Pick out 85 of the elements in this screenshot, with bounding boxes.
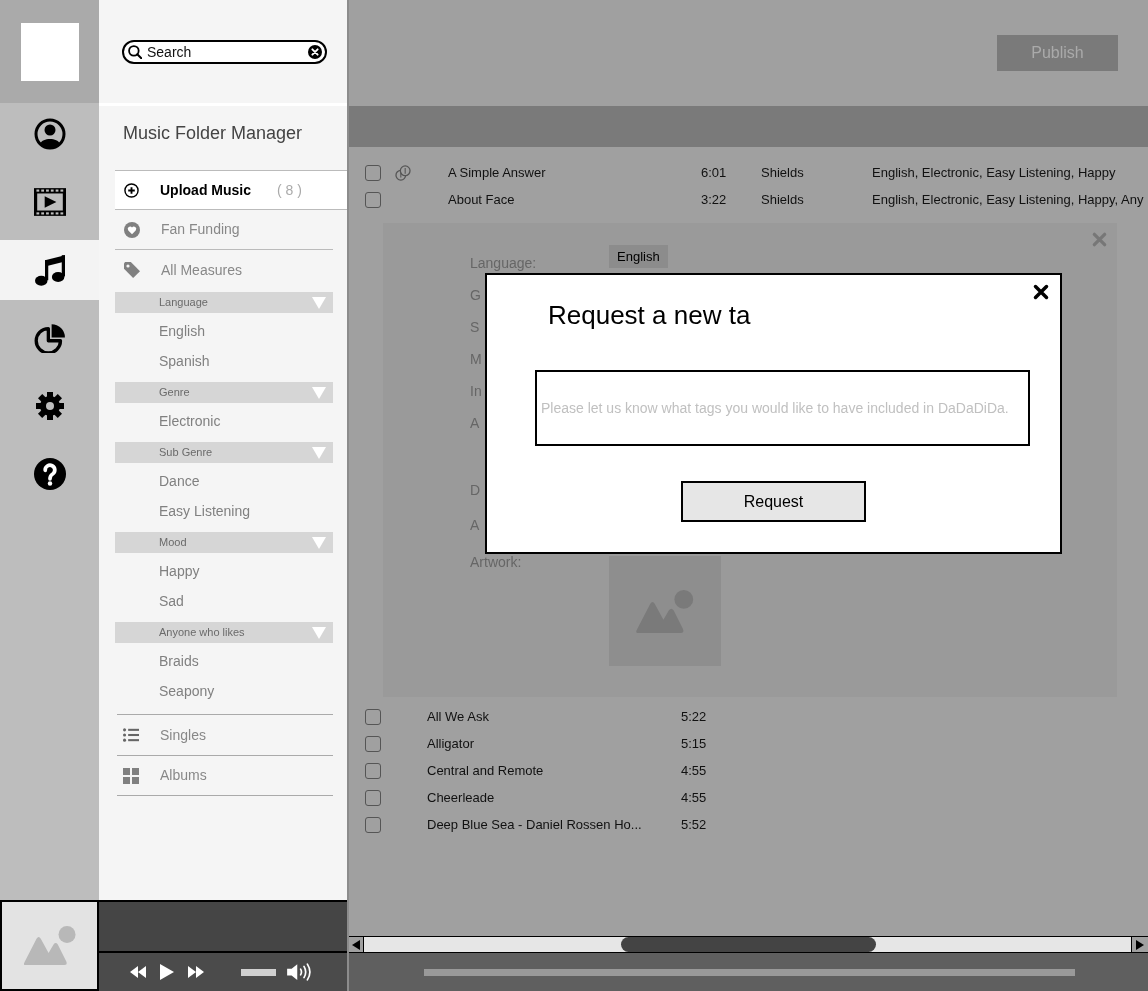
- gear-icon: [33, 390, 66, 422]
- table-cell-text: 3:22: [701, 190, 728, 209]
- table-cell-text: English, Electronic, Easy Listening, Happy, Any: [872, 190, 1144, 209]
- caret-down-icon: [312, 446, 326, 459]
- grid-icon: [123, 767, 139, 784]
- rewind-button[interactable]: [130, 966, 146, 978]
- fast-forward-icon: [188, 966, 204, 978]
- close-icon[interactable]: [1033, 284, 1049, 300]
- filter-option[interactable]: Seapony: [115, 676, 333, 706]
- table-cell-text: English, Electronic, Easy Listening, Happy: [872, 163, 1116, 182]
- tag-request-input[interactable]: Please let us know what tags you would like to have included in DaDaDiDa.: [535, 370, 1030, 446]
- table-cell-text: 6:01: [701, 163, 728, 182]
- play-icon: [160, 964, 174, 980]
- table-cell-text: Deep Blue Sea - Daniel Rossen Ho...: [427, 815, 643, 834]
- progress-track[interactable]: [424, 968, 1075, 976]
- table-cell-text: Cheerleade: [427, 788, 496, 807]
- scroll-right-button[interactable]: [1131, 937, 1148, 952]
- arrow-right-icon: [1136, 939, 1144, 950]
- menu-item[interactable]: Albums: [117, 755, 333, 796]
- pie-chart-icon: [33, 323, 66, 353]
- filter-option[interactable]: Braids: [115, 646, 333, 676]
- logo-placeholder: [20, 22, 79, 81]
- filter-header[interactable]: Genre: [115, 382, 333, 403]
- clear-icon[interactable]: [308, 44, 322, 59]
- filter-option[interactable]: Sad: [115, 586, 333, 616]
- plus-circle-icon: [124, 182, 139, 198]
- help-icon: [33, 458, 66, 490]
- scrollbar-thumb[interactable]: [621, 937, 876, 952]
- user-icon: [33, 118, 66, 150]
- checkbox[interactable]: [365, 164, 381, 181]
- tag-chip: English: [609, 245, 668, 268]
- volume-slider[interactable]: [241, 968, 276, 976]
- music-note-icon: [34, 254, 65, 286]
- filter-option[interactable]: Easy Listening: [115, 496, 333, 526]
- filter-header[interactable]: Mood: [115, 532, 333, 553]
- caret-down-icon: [312, 626, 326, 639]
- list-icon: [123, 728, 139, 742]
- scroll-left-button[interactable]: [349, 937, 364, 952]
- arrow-left-icon: [352, 939, 360, 950]
- table-cell-text: 4:55: [681, 788, 707, 807]
- checkbox[interactable]: [365, 762, 381, 779]
- filter-header[interactable]: Language: [115, 292, 333, 313]
- filter-header[interactable]: Anyone who likes: [115, 622, 333, 643]
- film-icon: [33, 188, 66, 216]
- table-cell-text: 5:52: [681, 815, 707, 834]
- checkbox[interactable]: [365, 191, 381, 208]
- caret-down-icon: [312, 536, 326, 549]
- play-button[interactable]: [160, 964, 174, 980]
- checkbox[interactable]: [365, 816, 381, 833]
- nav-tab[interactable]: [0, 240, 99, 300]
- request-button[interactable]: Request: [681, 481, 866, 522]
- table-cell-text: 5:22: [681, 707, 707, 726]
- table-cell-text: 4:55: [681, 761, 707, 780]
- table-cell-text: Central and Remote: [427, 761, 545, 780]
- menu-item[interactable]: Singles: [117, 714, 333, 755]
- filter-option[interactable]: Dance: [115, 466, 333, 496]
- table-cell-text: Shields: [761, 163, 805, 182]
- filter-option[interactable]: Happy: [115, 556, 333, 586]
- filter-header[interactable]: Sub Genre: [115, 442, 333, 463]
- checkbox[interactable]: [365, 708, 381, 725]
- caret-down-icon: [312, 296, 326, 309]
- tag-icon: [124, 262, 140, 278]
- search-field[interactable]: Search: [122, 39, 327, 64]
- speaker-icon[interactable]: [287, 963, 312, 981]
- table-cell-text: A Simple Answer: [448, 163, 547, 182]
- search-icon: [128, 44, 142, 59]
- filter-option[interactable]: Spanish: [115, 346, 333, 376]
- dialog-title: Request a new ta: [548, 299, 751, 331]
- filter-option[interactable]: Electronic: [115, 406, 333, 436]
- table-cell-text: About Face: [448, 190, 516, 209]
- fast-forward-button[interactable]: [188, 966, 204, 978]
- section-title: Music Folder Manager: [122, 121, 304, 145]
- table-cell-text: 5:15: [681, 734, 707, 753]
- table-cell-text: Shields: [761, 190, 805, 209]
- table-cell-text: All We Ask: [427, 707, 490, 726]
- filter-option[interactable]: English: [115, 316, 333, 346]
- menu-item[interactable]: Upload Music ( 8 ): [115, 170, 347, 210]
- table-cell-text: Alligator: [427, 734, 475, 753]
- menu-item[interactable]: Fan Funding: [115, 210, 333, 250]
- menu-item[interactable]: All Measures: [115, 250, 333, 290]
- checkbox[interactable]: [365, 789, 381, 806]
- image-icon: [22, 926, 77, 965]
- rewind-icon: [130, 966, 146, 978]
- checkbox[interactable]: [365, 735, 381, 752]
- caret-down-icon: [312, 386, 326, 399]
